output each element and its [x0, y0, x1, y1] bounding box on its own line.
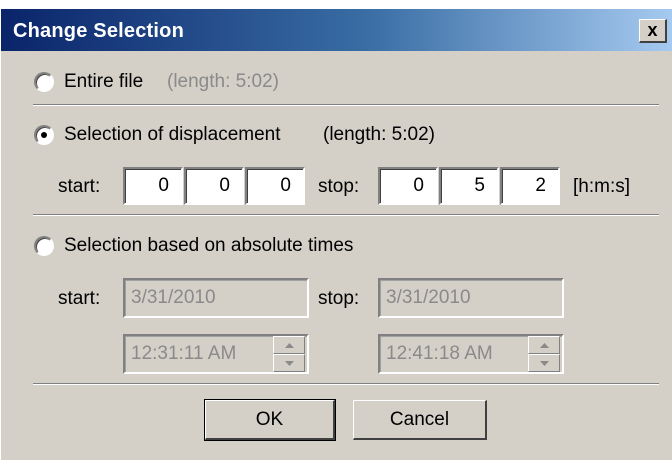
- absolute-start-label: start:: [58, 288, 101, 309]
- units-label: [h:m:s]: [573, 176, 631, 197]
- absolute-stop-label: stop:: [318, 288, 360, 309]
- window-title: Change Selection: [13, 20, 185, 42]
- up-arrow-icon: [285, 343, 294, 348]
- entire-file-radio[interactable]: [34, 72, 54, 92]
- stop-time-down-button[interactable]: [528, 354, 560, 372]
- absolute-times-label[interactable]: Selection based on absolute times: [64, 235, 353, 257]
- start-time-up-button[interactable]: [273, 336, 305, 354]
- stop-seconds-field[interactable]: 2: [500, 167, 560, 205]
- start-time-spinner[interactable]: [273, 336, 305, 372]
- change-selection-dialog: Change Selection x Entire file (length: …: [0, 8, 672, 460]
- entire-file-length: (length: 5:02): [167, 71, 279, 92]
- displacement-stop-label: stop:: [318, 176, 360, 197]
- displacement-start-label: start:: [58, 176, 101, 197]
- separator-3: [33, 383, 659, 385]
- separator-2: [33, 214, 659, 216]
- start-seconds-field[interactable]: 0: [245, 167, 305, 205]
- down-arrow-icon: [540, 361, 549, 366]
- displacement-radio[interactable]: [34, 125, 54, 145]
- start-hours-field[interactable]: 0: [123, 167, 183, 205]
- entire-file-label[interactable]: Entire file: [64, 71, 143, 93]
- stop-time-up-button[interactable]: [528, 336, 560, 354]
- cancel-button[interactable]: Cancel: [353, 400, 487, 440]
- displacement-label[interactable]: Selection of displacement: [64, 124, 281, 146]
- start-date-field[interactable]: 3/31/2010: [123, 278, 309, 318]
- start-time-down-button[interactable]: [273, 354, 305, 372]
- start-minutes-field[interactable]: 0: [184, 167, 244, 205]
- absolute-times-radio[interactable]: [34, 236, 54, 256]
- stop-minutes-field[interactable]: 5: [439, 167, 499, 205]
- close-button[interactable]: x: [639, 19, 667, 43]
- separator-1: [33, 104, 659, 106]
- ok-button[interactable]: OK: [204, 399, 336, 441]
- start-time-value: 12:31:11 AM: [131, 343, 237, 364]
- title-bar[interactable]: Change Selection x: [1, 9, 672, 51]
- stop-date-field[interactable]: 3/31/2010: [378, 278, 564, 318]
- up-arrow-icon: [540, 343, 549, 348]
- displacement-length: (length: 5:02): [323, 124, 435, 145]
- down-arrow-icon: [285, 361, 294, 366]
- close-icon: x: [647, 20, 658, 40]
- stop-time-value: 12:41:18 AM: [386, 343, 493, 364]
- stop-hours-field[interactable]: 0: [378, 167, 438, 205]
- radio-selected-dot: [41, 132, 47, 138]
- stop-time-spinner[interactable]: [528, 336, 560, 372]
